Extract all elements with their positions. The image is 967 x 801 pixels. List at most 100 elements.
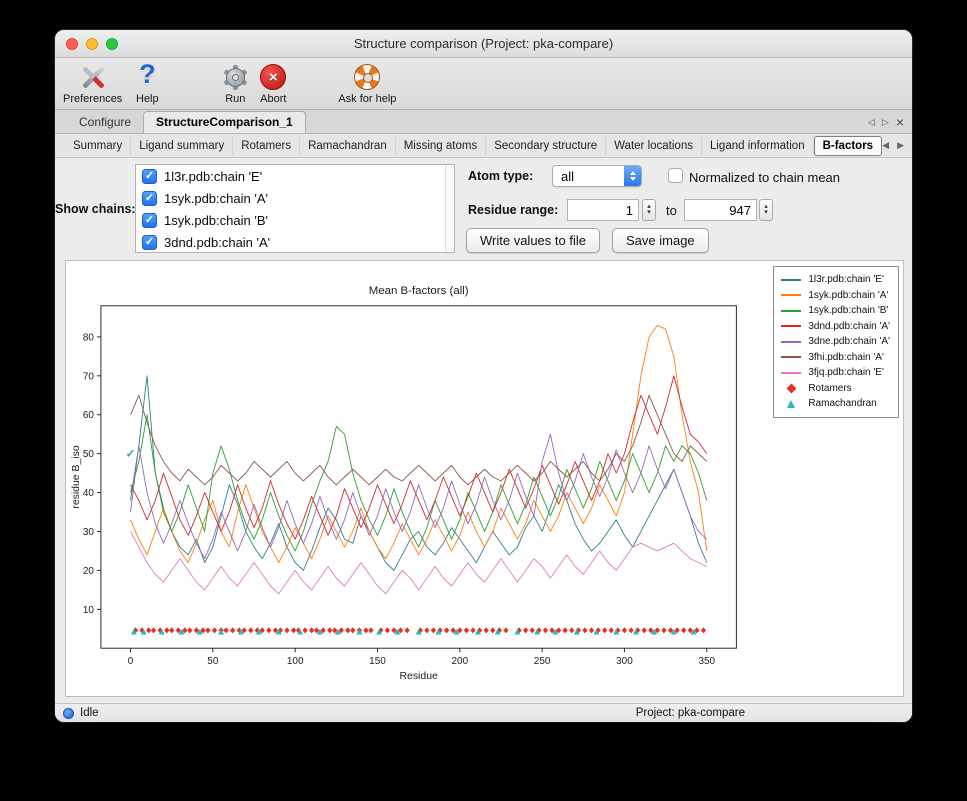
subtab-scroll-left-icon[interactable]: ◀: [882, 141, 889, 150]
svg-text:30: 30: [83, 527, 95, 538]
subtab-scroll-right-icon[interactable]: ▶: [897, 141, 904, 150]
svg-text:70: 70: [83, 371, 95, 382]
svg-text:10: 10: [83, 605, 95, 616]
svg-text:residue B_iso: residue B_iso: [71, 445, 82, 508]
legend-item: 1syk.pdb:chain 'B': [780, 303, 890, 319]
residue-from-input[interactable]: [567, 199, 639, 221]
preferences-icon: [78, 62, 108, 92]
section-tab-bar: SummaryLigand summaryRotamersRamachandra…: [55, 134, 912, 158]
legend-item: 3fhi.pdb:chain 'A': [780, 350, 890, 366]
legend-item: Rotamers: [780, 381, 890, 397]
popup-chevrons-icon: [624, 165, 641, 187]
lifebuoy-icon: [352, 62, 382, 92]
desktop-background: Structure comparison (Project: pka-compa…: [0, 0, 967, 801]
svg-text:✓: ✓: [126, 447, 136, 461]
tab-missing-atoms[interactable]: Missing atoms: [396, 137, 487, 155]
chain-label: 1syk.pdb:chain 'A': [164, 191, 268, 206]
chart-panel: Mean B-factors (all) 0 50 100 150 200 250 300 35…: [65, 260, 904, 697]
legend-item: 1l3r.pdb:chain 'E': [780, 272, 890, 288]
chain-list-item[interactable]: ✓ 1l3r.pdb:chain 'E': [136, 165, 454, 187]
tab-ramachandran[interactable]: Ramachandran: [300, 137, 396, 155]
tab-close-icon[interactable]: ×: [896, 115, 904, 129]
svg-text:50: 50: [83, 449, 95, 460]
chain-label: 1syk.pdb:chain 'B': [164, 213, 268, 228]
chain-list-scrollbar[interactable]: [445, 165, 454, 252]
close-window-button[interactable]: [66, 38, 78, 50]
toolbar-preferences-button[interactable]: Preferences: [63, 62, 122, 105]
legend-item: Ramachandran: [780, 396, 890, 412]
legend-item: 1syk.pdb:chain 'A': [780, 288, 890, 304]
residue-to-stepper[interactable]: ▴ ▾: [759, 199, 773, 221]
window-title: Structure comparison (Project: pka-compa…: [354, 36, 613, 51]
run-gear-icon: [220, 62, 250, 92]
checkbox-checked-icon[interactable]: ✓: [142, 213, 157, 228]
tab-secondary-structure[interactable]: Secondary structure: [486, 137, 606, 155]
chain-list-item[interactable]: ✓ 1syk.pdb:chain 'A': [136, 187, 454, 209]
svg-text:0: 0: [128, 656, 134, 667]
tab-ligand-information[interactable]: Ligand information: [702, 137, 814, 155]
svg-text:80: 80: [83, 332, 95, 343]
residue-range-label: Residue range:: [468, 203, 558, 217]
svg-text:Residue: Residue: [399, 671, 438, 682]
checkbox-checked-icon[interactable]: ✓: [142, 235, 157, 250]
abort-icon: ×: [258, 62, 288, 92]
show-chains-label: Show chains:: [55, 202, 131, 216]
svg-text:150: 150: [369, 656, 386, 667]
residue-to-input[interactable]: [684, 199, 757, 221]
tab-water-locations[interactable]: Water locations: [606, 137, 702, 155]
checkbox-checked-icon[interactable]: ✓: [142, 169, 157, 184]
toolbar-run-button[interactable]: Run: [220, 62, 250, 105]
checkbox-checked-icon[interactable]: ✓: [142, 191, 157, 206]
legend-item: 3dnd.pdb:chain 'A': [780, 319, 890, 335]
toolbar-ask-for-help-button[interactable]: Ask for help: [338, 62, 396, 105]
tab-rotamers[interactable]: Rotamers: [233, 137, 300, 155]
chain-checklist[interactable]: ✓ 1l3r.pdb:chain 'E' ✓ 1syk.pdb:chain 'A…: [135, 164, 455, 253]
tab-summary[interactable]: Summary: [65, 137, 131, 155]
stepper-down-icon[interactable]: ▾: [764, 210, 768, 216]
svg-text:60: 60: [83, 410, 95, 421]
svg-text:200: 200: [452, 656, 469, 667]
help-icon: ?: [132, 62, 162, 92]
save-image-button[interactable]: Save image: [612, 228, 709, 253]
tab-configure[interactable]: Configure: [67, 112, 143, 133]
chart-legend: 1l3r.pdb:chain 'E'1syk.pdb:chain 'A'1syk…: [773, 266, 899, 418]
status-text: Idle: [80, 707, 99, 719]
stepper-down-icon[interactable]: ▾: [647, 210, 651, 216]
svg-text:100: 100: [287, 656, 304, 667]
svg-text:300: 300: [616, 656, 633, 667]
tab-ligand-summary[interactable]: Ligand summary: [131, 137, 233, 155]
legend-item: 3dne.pdb:chain 'A': [780, 334, 890, 350]
atom-type-label: Atom type:: [468, 169, 533, 183]
svg-text:250: 250: [534, 656, 551, 667]
to-label: to: [666, 203, 677, 218]
svg-text:50: 50: [207, 656, 219, 667]
legend-item: 3fjq.pdb:chain 'E': [780, 365, 890, 381]
plot-controls-panel: Show chains: ✓ 1l3r.pdb:chain 'E' ✓ 1syk…: [55, 158, 912, 256]
svg-text:40: 40: [83, 488, 95, 499]
chain-list-item[interactable]: ✓ 1syk.pdb:chain 'B': [136, 209, 454, 231]
toolbar-help-button[interactable]: ? Help: [132, 62, 162, 105]
app-window: Structure comparison (Project: pka-compa…: [55, 30, 912, 722]
status-indicator-icon: [63, 708, 74, 719]
normalized-checkbox[interactable]: [668, 168, 683, 183]
minimize-window-button[interactable]: [86, 38, 98, 50]
toolbar: Preferences ? Help Run × Abort: [55, 58, 912, 110]
toolbar-abort-button[interactable]: × Abort: [258, 62, 288, 105]
tab-nav-back-icon[interactable]: ◁: [868, 118, 875, 127]
tab-structurecomparison-1[interactable]: StructureComparison_1: [143, 111, 306, 133]
atom-type-select[interactable]: all: [552, 165, 642, 187]
residue-from-stepper[interactable]: ▴ ▾: [642, 199, 656, 221]
tab-b-factors[interactable]: B-factors: [814, 136, 882, 156]
tab-nav-forward-icon[interactable]: ▷: [882, 118, 889, 127]
document-tab-bar: Configure StructureComparison_1 ◁ ▷ ×: [55, 110, 912, 134]
write-values-button[interactable]: Write values to file: [466, 228, 600, 253]
svg-text:Mean B-factors (all): Mean B-factors (all): [369, 285, 469, 297]
normalized-label: Normalized to chain mean: [689, 170, 840, 185]
status-project-label: Project: pka-compare: [636, 707, 745, 719]
zoom-window-button[interactable]: [106, 38, 118, 50]
title-bar[interactable]: Structure comparison (Project: pka-compa…: [55, 30, 912, 58]
svg-text:350: 350: [698, 656, 715, 667]
chain-label: 3dnd.pdb:chain 'A': [164, 235, 270, 250]
chain-list-item[interactable]: ✓ 3dnd.pdb:chain 'A': [136, 231, 454, 253]
chain-label: 1l3r.pdb:chain 'E': [164, 169, 262, 184]
